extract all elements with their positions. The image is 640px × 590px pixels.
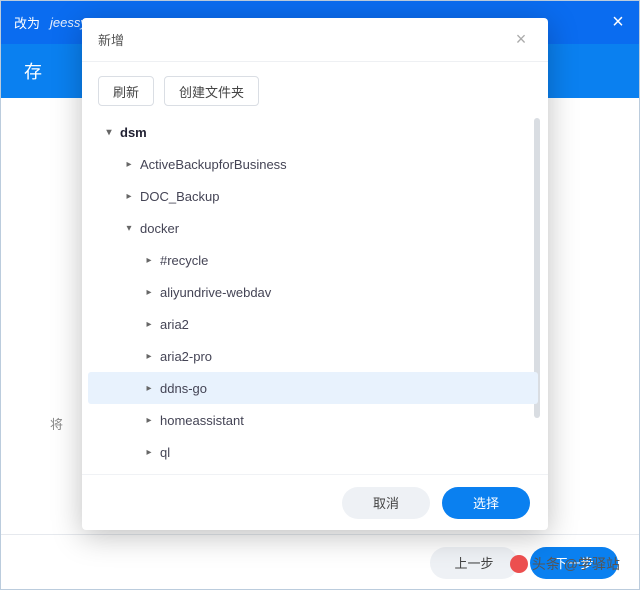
- tree-node-label: aria2-pro: [160, 349, 212, 364]
- wizard-title: 存: [24, 58, 42, 84]
- select-button[interactable]: 选择: [442, 487, 530, 519]
- chevron-right-icon: ▸: [142, 317, 156, 331]
- tree-node-selected[interactable]: ▸ ddns-go: [88, 372, 538, 404]
- tree-node-label: ActiveBackupforBusiness: [140, 157, 287, 172]
- prev-button[interactable]: 上一步: [430, 547, 518, 579]
- tree-node-label: docker: [140, 221, 179, 236]
- tree-node-label: ddns-go: [160, 381, 207, 396]
- watermark: 头条 @学驿站: [510, 554, 620, 574]
- modal-toolbar: 刷新 创建文件夹: [82, 62, 548, 116]
- tree-node-label: aria2: [160, 317, 189, 332]
- tree-node[interactable]: ▸ ql: [88, 436, 538, 468]
- modal-title: 新增: [98, 30, 124, 49]
- tree-node-label: #recycle: [160, 253, 208, 268]
- tree-node[interactable]: ▸ homeassistant: [88, 404, 538, 436]
- tree-node[interactable]: ▸ aria2-pro: [88, 340, 538, 372]
- tree-node[interactable]: ▸ #recycle: [88, 244, 538, 276]
- modal-close-button[interactable]: ×: [510, 29, 532, 51]
- chevron-right-icon: ▸: [142, 445, 156, 459]
- cancel-button[interactable]: 取消: [342, 487, 430, 519]
- chevron-right-icon: ▸: [142, 285, 156, 299]
- tree-node[interactable]: ▸ DOC_Backup: [88, 180, 538, 212]
- chevron-right-icon: ▸: [142, 381, 156, 395]
- window-close-button[interactable]: ×: [596, 0, 640, 44]
- folder-picker-modal: 新增 × 刷新 创建文件夹 ▾ dsm ▸ ActiveBackupforBus…: [82, 18, 548, 530]
- watermark-text: 头条 @学驿站: [532, 554, 620, 574]
- chevron-right-icon: ▸: [122, 189, 136, 203]
- chevron-down-icon: ▾: [122, 221, 136, 235]
- tree-node[interactable]: ▸ aria2: [88, 308, 538, 340]
- tree-node-label: homeassistant: [160, 413, 244, 428]
- body-label-fragment: 将: [50, 414, 63, 433]
- tree-node-label: DOC_Backup: [140, 189, 219, 204]
- modal-header: 新增 ×: [82, 18, 548, 62]
- tree-node-root[interactable]: ▾ dsm: [88, 116, 538, 148]
- watermark-icon: [510, 555, 528, 573]
- close-icon: ×: [612, 11, 624, 34]
- chevron-right-icon: ▸: [142, 253, 156, 267]
- tree-node-label: aliyundrive-webdav: [160, 285, 271, 300]
- titlebar-text-left: 改为: [14, 13, 40, 32]
- tree-node[interactable]: ▸ tinymediamanager: [88, 468, 538, 474]
- close-icon: ×: [516, 29, 527, 50]
- chevron-right-icon: ▸: [142, 349, 156, 363]
- tree-node-label: ql: [160, 445, 170, 460]
- tree-node[interactable]: ▸ ActiveBackupforBusiness: [88, 148, 538, 180]
- tree-node-label: dsm: [120, 125, 147, 140]
- tree-node-docker[interactable]: ▾ docker: [88, 212, 538, 244]
- folder-tree: ▾ dsm ▸ ActiveBackupforBusiness ▸ DOC_Ba…: [82, 116, 548, 474]
- chevron-down-icon: ▾: [102, 125, 116, 139]
- chevron-right-icon: ▸: [142, 413, 156, 427]
- new-folder-button[interactable]: 创建文件夹: [164, 76, 259, 106]
- refresh-button[interactable]: 刷新: [98, 76, 154, 106]
- tree-node[interactable]: ▸ aliyundrive-webdav: [88, 276, 538, 308]
- chevron-right-icon: ▸: [122, 157, 136, 171]
- modal-footer: 取消 选择: [82, 474, 548, 530]
